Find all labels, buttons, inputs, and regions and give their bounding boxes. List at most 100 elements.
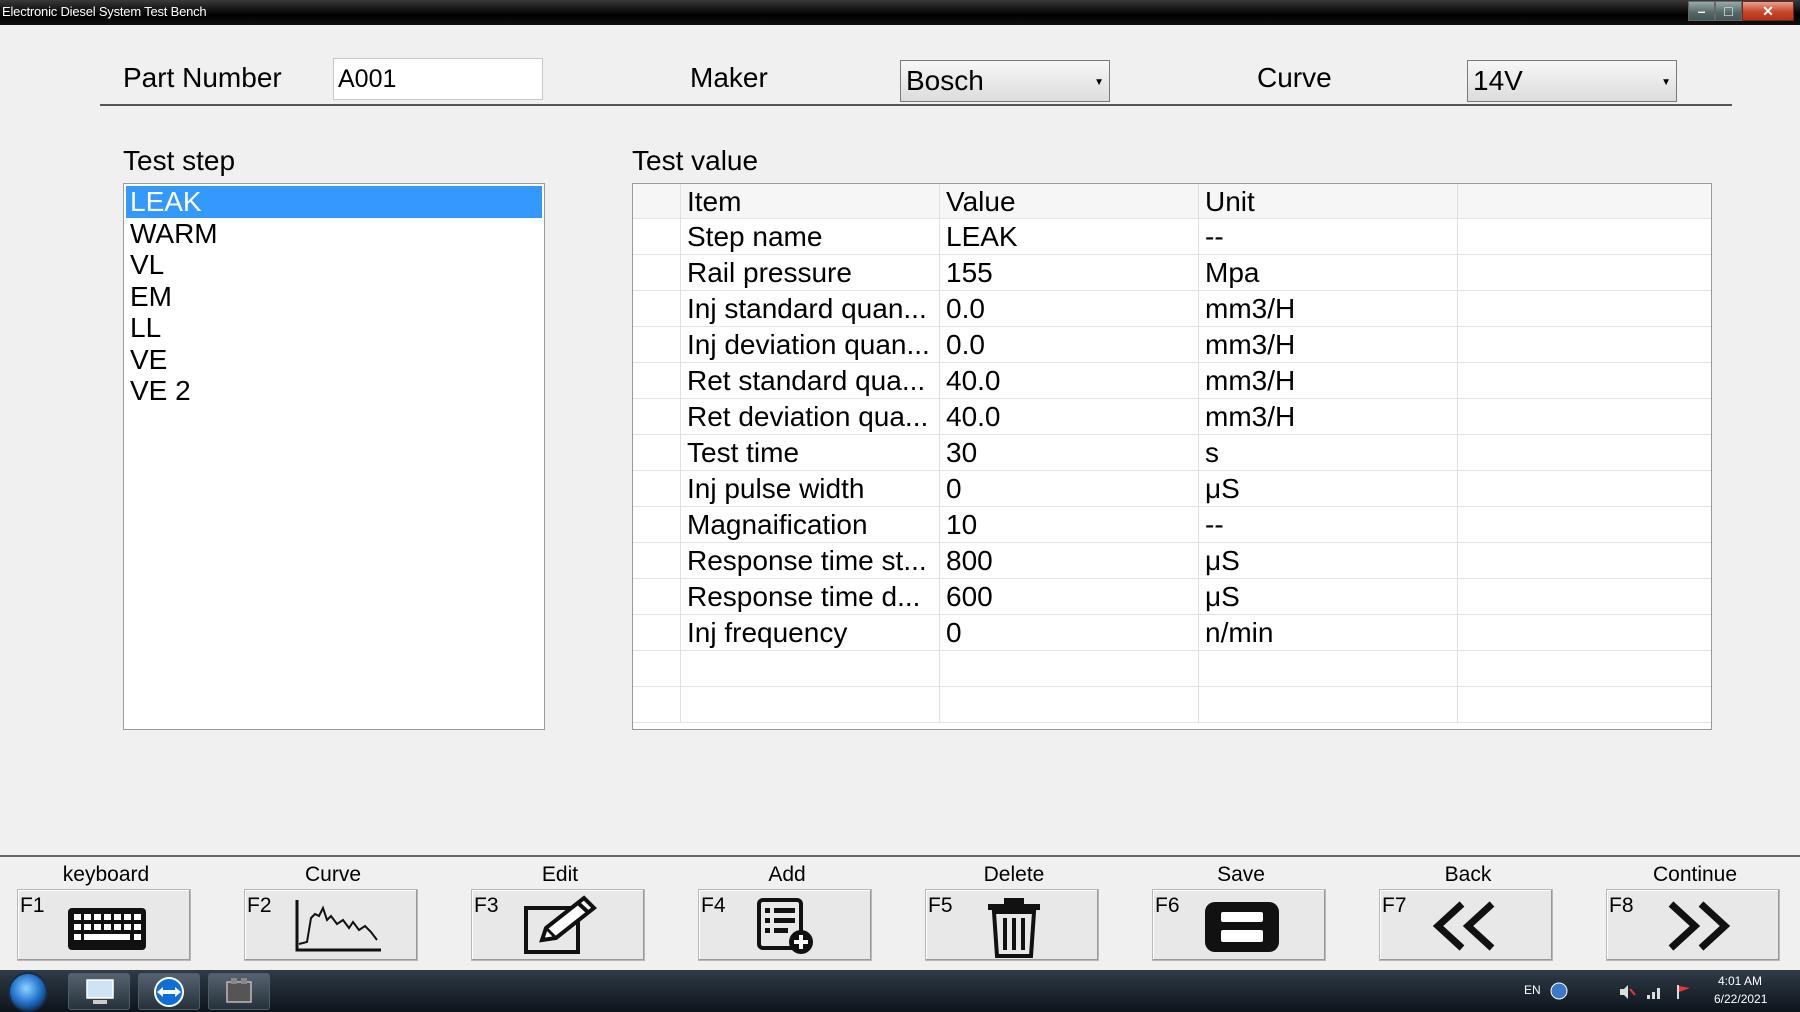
- table-cell-item[interactable]: Inj frequency: [681, 615, 940, 650]
- table-row[interactable]: Magnaification 10 --: [633, 507, 1711, 543]
- table-cell-value[interactable]: 800: [940, 543, 1199, 578]
- table-row[interactable]: Response time d... 600 μS: [633, 579, 1711, 615]
- table-cell-value[interactable]: 40.0: [940, 399, 1199, 434]
- table-cell-item[interactable]: Test time: [681, 435, 940, 470]
- table-cell-unit[interactable]: μS: [1199, 543, 1458, 578]
- table-cell-item[interactable]: Inj pulse width: [681, 471, 940, 506]
- row-header: [633, 363, 681, 398]
- continue-button[interactable]: F8: [1606, 889, 1780, 961]
- fkey-number: F4: [701, 894, 726, 917]
- list-item[interactable]: WARM: [126, 218, 542, 250]
- minimize-icon: –: [1697, 3, 1706, 19]
- column-header-value[interactable]: Value: [940, 184, 1199, 218]
- table-cell-value[interactable]: 10: [940, 507, 1199, 542]
- table-cell-unit[interactable]: s: [1199, 435, 1458, 470]
- list-item[interactable]: VL: [126, 249, 542, 281]
- curve-button[interactable]: F2: [244, 889, 418, 961]
- row-header: [633, 579, 681, 614]
- table-cell-unit[interactable]: mm3/H: [1199, 399, 1458, 434]
- table-row[interactable]: [633, 687, 1711, 723]
- taskbar-app-testbench[interactable]: [208, 973, 270, 1010]
- table-cell-item[interactable]: Magnaification: [681, 507, 940, 542]
- table-cell-empty: [1458, 219, 1711, 254]
- table-cell-unit[interactable]: [1199, 687, 1458, 722]
- table-cell-item[interactable]: [681, 651, 940, 686]
- test-value-table[interactable]: Item Value Unit Step name LEAK -- Rail pres…: [632, 183, 1712, 730]
- title-bar: Electronic Diesel System Test Bench – □ …: [0, 0, 1800, 25]
- maximize-button[interactable]: □: [1715, 1, 1742, 21]
- table-row[interactable]: Inj frequency 0 n/min: [633, 615, 1711, 651]
- table-cell-value[interactable]: 30: [940, 435, 1199, 470]
- part-number-input[interactable]: [333, 58, 543, 100]
- edit-button[interactable]: F3: [471, 889, 645, 961]
- close-button[interactable]: ✕: [1742, 1, 1794, 21]
- table-cell-unit[interactable]: [1199, 651, 1458, 686]
- table-cell-item[interactable]: Inj standard quan...: [681, 291, 940, 326]
- table-cell-value[interactable]: [940, 687, 1199, 722]
- action-center-icon[interactable]: [1674, 984, 1692, 1000]
- table-cell-unit[interactable]: mm3/H: [1199, 327, 1458, 362]
- table-cell-unit[interactable]: --: [1199, 507, 1458, 542]
- table-row[interactable]: Ret deviation qua... 40.0 mm3/H: [633, 399, 1711, 435]
- table-cell-value[interactable]: 600: [940, 579, 1199, 614]
- back-button[interactable]: F7: [1379, 889, 1553, 961]
- table-cell-value[interactable]: 0: [940, 471, 1199, 506]
- table-cell-value[interactable]: 0.0: [940, 291, 1199, 326]
- table-row[interactable]: Step name LEAK --: [633, 219, 1711, 255]
- table-cell-item[interactable]: Response time st...: [681, 543, 940, 578]
- clock-time[interactable]: 4:01 AM: [1718, 974, 1762, 988]
- table-cell-item[interactable]: Ret standard qua...: [681, 363, 940, 398]
- list-item[interactable]: LL: [126, 312, 542, 344]
- table-row[interactable]: Inj standard quan... 0.0 mm3/H: [633, 291, 1711, 327]
- table-cell-item[interactable]: Step name: [681, 219, 940, 254]
- table-cell-value[interactable]: 0.0: [940, 327, 1199, 362]
- table-cell-item[interactable]: Response time d...: [681, 579, 940, 614]
- test-step-list[interactable]: LEAK WARM VL EM LL VE VE 2: [123, 183, 545, 730]
- list-item[interactable]: LEAK: [126, 186, 542, 218]
- table-cell-unit[interactable]: mm3/H: [1199, 291, 1458, 326]
- table-cell-unit[interactable]: --: [1199, 219, 1458, 254]
- table-cell-value[interactable]: [940, 651, 1199, 686]
- table-cell-unit[interactable]: μS: [1199, 471, 1458, 506]
- table-cell-item[interactable]: Ret deviation qua...: [681, 399, 940, 434]
- language-indicator[interactable]: EN: [1524, 983, 1541, 997]
- start-button[interactable]: [8, 972, 48, 1012]
- add-button[interactable]: F4: [698, 889, 872, 961]
- table-row[interactable]: Ret standard qua... 40.0 mm3/H: [633, 363, 1711, 399]
- table-cell-unit[interactable]: mm3/H: [1199, 363, 1458, 398]
- table-cell-unit[interactable]: n/min: [1199, 615, 1458, 650]
- table-row[interactable]: Inj pulse width 0 μS: [633, 471, 1711, 507]
- window-controls: – □ ✕: [1688, 1, 1794, 21]
- minimize-button[interactable]: –: [1688, 1, 1715, 21]
- help-icon[interactable]: [1550, 982, 1568, 1000]
- signal-icon[interactable]: [1646, 984, 1664, 1000]
- curve-select[interactable]: 14V ▼: [1467, 60, 1677, 102]
- list-item[interactable]: VE: [126, 344, 542, 376]
- maker-select[interactable]: Bosch ▼: [900, 60, 1110, 102]
- column-header-item[interactable]: Item: [681, 184, 940, 218]
- keyboard-button[interactable]: F1: [17, 889, 191, 961]
- clock-date[interactable]: 6/22/2021: [1714, 992, 1767, 1006]
- table-row[interactable]: Test time 30 s: [633, 435, 1711, 471]
- table-row[interactable]: [633, 651, 1711, 687]
- list-item[interactable]: EM: [126, 281, 542, 313]
- taskbar-app-explorer[interactable]: [68, 973, 130, 1010]
- table-cell-item[interactable]: [681, 687, 940, 722]
- table-row[interactable]: Response time st... 800 μS: [633, 543, 1711, 579]
- table-cell-item[interactable]: Inj deviation quan...: [681, 327, 940, 362]
- table-cell-value[interactable]: 155: [940, 255, 1199, 290]
- table-cell-value[interactable]: LEAK: [940, 219, 1199, 254]
- table-cell-unit[interactable]: μS: [1199, 579, 1458, 614]
- table-row[interactable]: Inj deviation quan... 0.0 mm3/H: [633, 327, 1711, 363]
- table-cell-unit[interactable]: Mpa: [1199, 255, 1458, 290]
- volume-muted-icon[interactable]: [1618, 984, 1636, 1000]
- table-cell-value[interactable]: 0: [940, 615, 1199, 650]
- taskbar-app-teamviewer[interactable]: [138, 973, 200, 1010]
- save-button[interactable]: F6: [1152, 889, 1326, 961]
- delete-button[interactable]: F5: [925, 889, 1099, 961]
- column-header-unit[interactable]: Unit: [1199, 184, 1458, 218]
- list-item[interactable]: VE 2: [126, 375, 542, 407]
- table-cell-item[interactable]: Rail pressure: [681, 255, 940, 290]
- table-cell-value[interactable]: 40.0: [940, 363, 1199, 398]
- table-row[interactable]: Rail pressure 155 Mpa: [633, 255, 1711, 291]
